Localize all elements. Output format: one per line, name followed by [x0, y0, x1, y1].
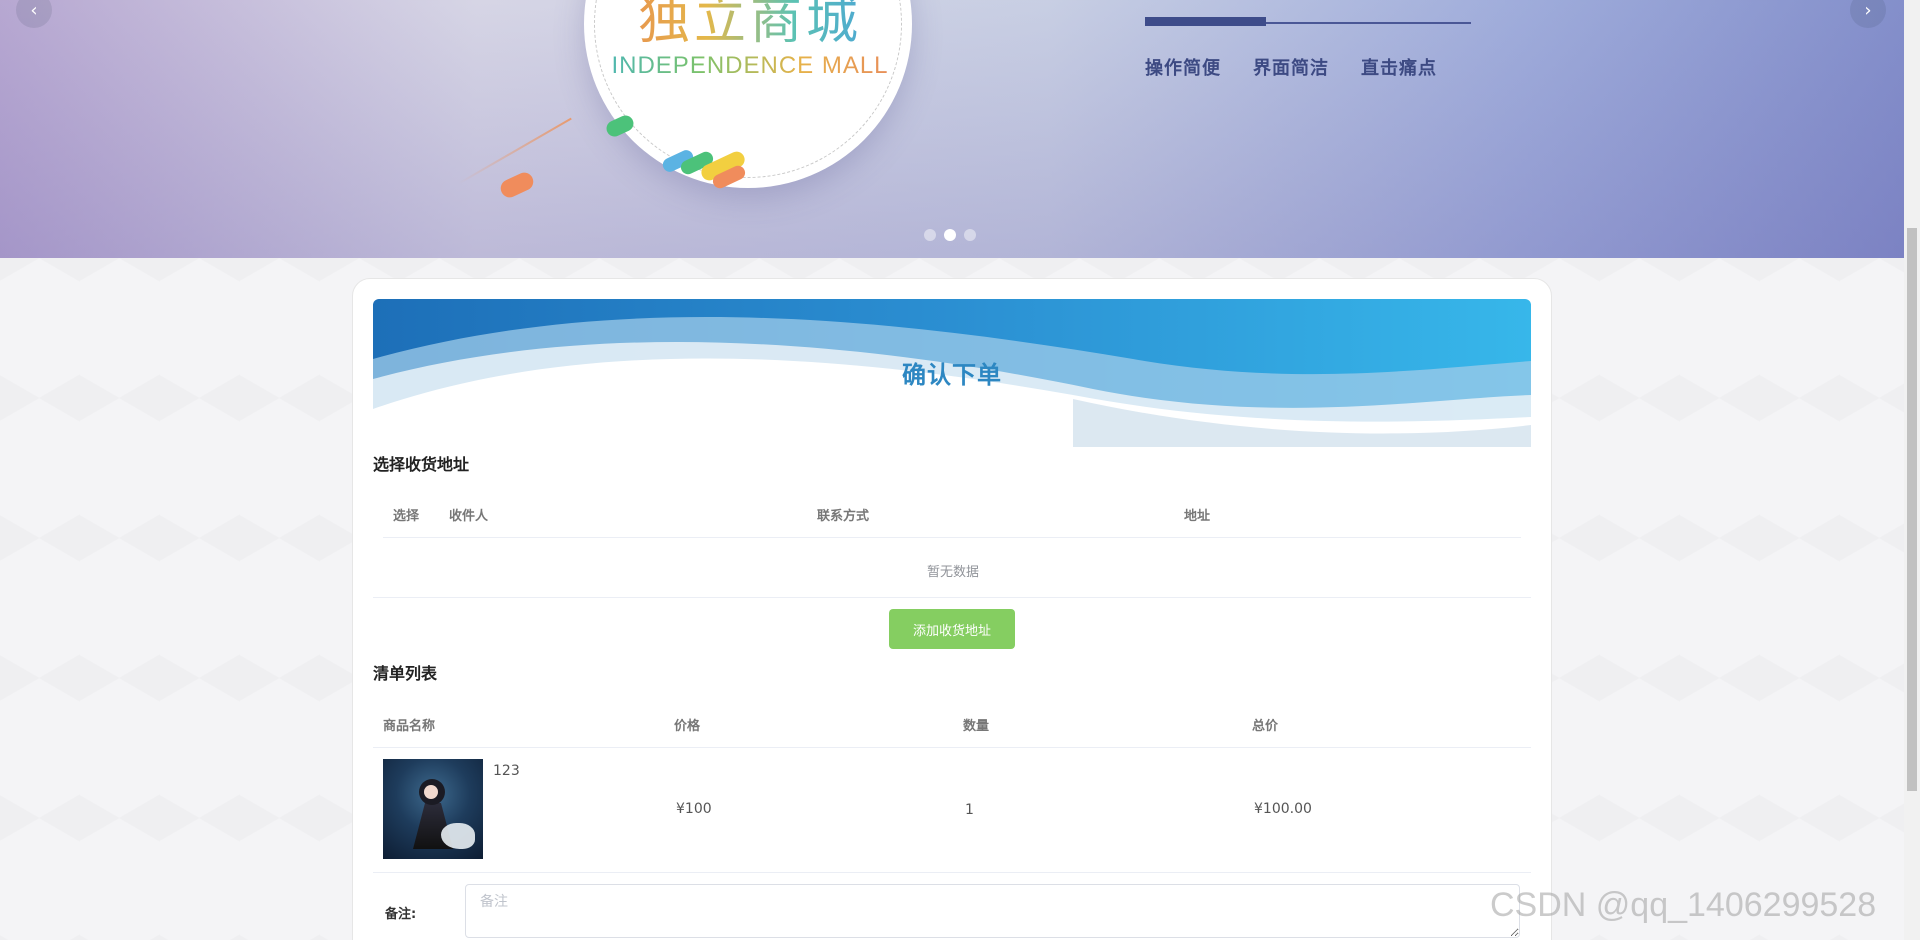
- watermark: CSDN @qq_1406299528: [1490, 886, 1877, 924]
- cart-section-title: 清单列表: [373, 664, 438, 683]
- column-header-select: 选择: [393, 509, 420, 524]
- carousel-dot[interactable]: [964, 229, 976, 241]
- address-section-title: 选择收货地址: [373, 455, 470, 474]
- remark-input[interactable]: [465, 884, 1520, 938]
- banner-progress-bar: [1145, 16, 1471, 26]
- add-address-button[interactable]: 添加收货地址: [889, 609, 1015, 649]
- column-header-address: 地址: [1184, 509, 1211, 524]
- product-name: 123: [493, 763, 520, 779]
- product-quantity: 1: [965, 802, 974, 818]
- divider: [373, 872, 1531, 873]
- product-price: ¥100: [676, 801, 712, 817]
- column-header-recipient: 收件人: [449, 509, 489, 524]
- scrollbar-thumb[interactable]: [1907, 228, 1917, 791]
- chevron-right-icon: ›: [1864, 0, 1872, 21]
- product-image[interactable]: [383, 759, 483, 859]
- order-header-banner: 确认下单: [373, 299, 1531, 447]
- logo-title: 独立商城: [620, 0, 880, 53]
- page-scrollbar[interactable]: [1904, 0, 1920, 940]
- column-header-product-name: 商品名称: [383, 719, 436, 734]
- chevron-left-icon: ‹: [30, 0, 38, 21]
- banner-tag: 操作简便: [1145, 58, 1221, 79]
- divider: [373, 597, 1531, 598]
- order-card: 确认下单 选择收货地址 选择 收件人 联系方式 地址 暂无数据 添加收货地址 清…: [352, 278, 1552, 940]
- divider: [373, 747, 1531, 748]
- carousel-dot-active[interactable]: [944, 229, 956, 241]
- carousel-dot[interactable]: [924, 229, 936, 241]
- banner-tag: 直击痛点: [1361, 58, 1437, 79]
- column-header-contact: 联系方式: [817, 509, 870, 524]
- page-title: 确认下单: [902, 361, 1002, 389]
- column-header-quantity: 数量: [963, 719, 990, 734]
- empty-state-text: 暂无数据: [926, 565, 979, 580]
- divider: [383, 537, 1521, 538]
- banner-tag: 界面简洁: [1253, 58, 1329, 79]
- banner-tags: 操作简便 界面简洁 直击痛点: [1145, 54, 1437, 80]
- logo-subtitle: INDEPENDENCE MALL: [600, 52, 900, 80]
- banner-progress-fill: [1145, 17, 1266, 26]
- remark-label: 备注:: [385, 907, 417, 922]
- banner-carousel: 独立商城 INDEPENDENCE MALL 操作简便 界面简洁 直击痛点 ‹ …: [0, 0, 1904, 258]
- column-header-total: 总价: [1252, 719, 1279, 734]
- column-header-price: 价格: [674, 719, 701, 734]
- carousel-indicators: [924, 229, 976, 241]
- product-total: ¥100.00: [1254, 801, 1312, 817]
